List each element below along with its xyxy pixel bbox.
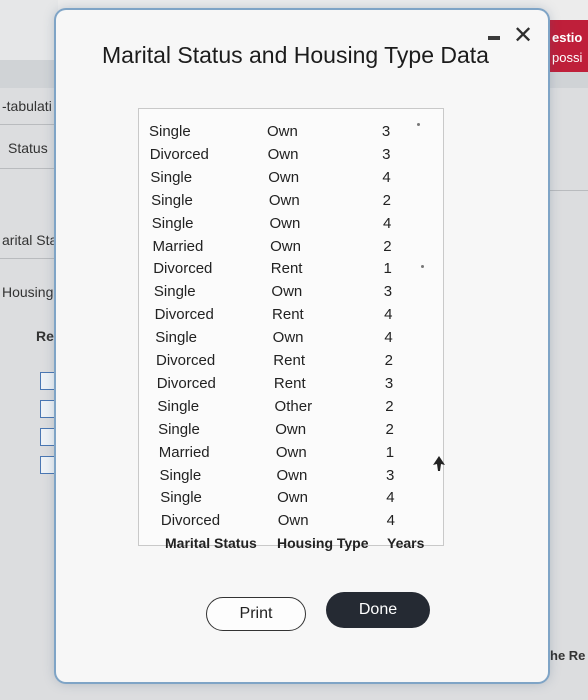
- marital-status-cell: Divorced: [156, 374, 216, 392]
- data-dialog: Marital Status and Housing Type Data ✕ S…: [56, 10, 548, 682]
- years-cell: 3: [383, 283, 393, 301]
- close-icon[interactable]: ✕: [511, 24, 535, 48]
- speck: [421, 265, 424, 268]
- table-row: Single Own 3: [139, 467, 439, 489]
- years-cell: 4: [384, 329, 393, 347]
- table-header-row: Marital Status Housing Type Years: [139, 535, 439, 557]
- background-bottom-right-label: he Re: [550, 648, 586, 663]
- table-row: Single Own 4: [139, 215, 439, 237]
- background-divider: [548, 190, 588, 191]
- housing-type-cell: Own: [277, 489, 308, 507]
- table-row: Single Own 4: [139, 489, 439, 511]
- years-cell: 4: [386, 489, 395, 507]
- marital-status-cell: Single: [157, 397, 200, 415]
- background-tabulation-label: -tabulati: [2, 98, 52, 114]
- housing-type-cell: Own: [271, 283, 303, 301]
- marital-status-cell: Single: [158, 420, 200, 438]
- housing-type-cell: Own: [269, 214, 301, 232]
- years-cell: 1: [385, 443, 395, 461]
- housing-type-cell: Own: [267, 145, 299, 163]
- table-row: Single Own 4: [139, 169, 439, 191]
- housing-type-cell: Own: [267, 123, 298, 140]
- print-button[interactable]: Print: [206, 597, 306, 631]
- table-row: Married Own 1: [139, 444, 439, 466]
- marital-status-cell: Divorced: [153, 260, 213, 278]
- background-marital-status-label: arital Sta: [2, 232, 58, 248]
- housing-type-cell: Own: [272, 329, 304, 347]
- years-cell: 2: [383, 237, 392, 255]
- table-row: Married Own 2: [139, 238, 439, 260]
- housing-type-cell: Own: [270, 237, 301, 255]
- years-cell: 3: [384, 374, 394, 392]
- marital-status-cell: Single: [151, 191, 193, 209]
- marital-status-cell: Divorced: [149, 145, 209, 163]
- housing-type-cell: Own: [268, 191, 300, 209]
- marital-status-cell: Divorced: [156, 352, 216, 369]
- housing-type-header: Housing Type: [277, 535, 369, 552]
- table-row: Single Other 2: [139, 398, 439, 420]
- years-cell: 2: [384, 352, 393, 369]
- table-row: Divorced Rent 3: [139, 375, 439, 397]
- table-row: Single Own 2: [139, 421, 439, 443]
- table-row: Divorced Rent 1: [139, 260, 439, 282]
- years-cell: 3: [381, 123, 391, 140]
- marital-status-cell: Divorced: [160, 512, 221, 530]
- housing-type-cell: Rent: [270, 260, 303, 278]
- years-cell: 2: [385, 420, 394, 438]
- table-row: Single Own 4: [139, 329, 439, 351]
- housing-type-cell: Own: [268, 168, 300, 186]
- background-header-left: [0, 0, 58, 60]
- marital-status-cell: Married: [152, 237, 204, 255]
- years-cell: 4: [382, 168, 391, 186]
- marital-status-cell: Single: [159, 466, 202, 484]
- table-row: Divorced Rent 2: [139, 352, 439, 374]
- table-row: Divorced Own 3: [139, 146, 439, 168]
- marital-status-cell: Single: [149, 123, 191, 140]
- marital-status-cell: Single: [155, 329, 197, 347]
- background-right-text: possi: [552, 50, 583, 65]
- table-row: Single Own 2: [139, 192, 439, 214]
- marital-status-cell: Divorced: [154, 306, 214, 324]
- years-cell: 3: [382, 145, 391, 163]
- marital-status-cell: Single: [150, 168, 193, 186]
- table-row: Single Own 3: [139, 123, 439, 145]
- years-cell: 2: [385, 397, 394, 415]
- marital-status-cell: Single: [153, 283, 196, 301]
- marital-status-header: Marital Status: [165, 535, 257, 552]
- years-cell: 3: [386, 466, 395, 484]
- minimize-icon[interactable]: [488, 36, 500, 40]
- years-cell: 2: [382, 191, 391, 209]
- background-right-text: estio: [552, 30, 583, 45]
- years-header: Years: [387, 535, 425, 552]
- table-row: Single Own 3: [139, 283, 439, 305]
- done-button[interactable]: Done: [326, 592, 430, 628]
- years-cell: 4: [386, 512, 395, 530]
- table-row: Divorced Rent 4: [139, 306, 439, 328]
- mouse-cursor-icon: [433, 456, 445, 471]
- years-cell: 4: [384, 306, 393, 324]
- years-cell: 1: [383, 260, 392, 278]
- table-row: Divorced Own 4: [139, 512, 439, 534]
- housing-type-cell: Own: [276, 466, 308, 484]
- marital-status-cell: Married: [158, 443, 210, 461]
- background-status-label: Status: [8, 140, 48, 156]
- housing-type-cell: Rent: [273, 352, 305, 369]
- housing-type-cell: Other: [274, 397, 313, 415]
- speck: [417, 123, 420, 126]
- housing-type-cell: Own: [275, 420, 307, 438]
- dialog-title: Marital Status and Housing Type Data: [102, 42, 489, 68]
- housing-type-cell: Rent: [272, 306, 304, 324]
- housing-type-cell: Own: [275, 443, 307, 461]
- marital-status-cell: Single: [151, 214, 194, 232]
- background-divider: [0, 258, 56, 259]
- housing-type-cell: Own: [277, 512, 309, 530]
- housing-type-cell: Rent: [273, 374, 306, 392]
- background-divider: [0, 124, 56, 125]
- years-cell: 4: [382, 214, 392, 232]
- marital-status-cell: Single: [160, 489, 202, 507]
- background-divider: [0, 168, 56, 169]
- data-table: Single Own 3 Divorced Own 3 Single Own 4 Single Ow…: [138, 108, 445, 551]
